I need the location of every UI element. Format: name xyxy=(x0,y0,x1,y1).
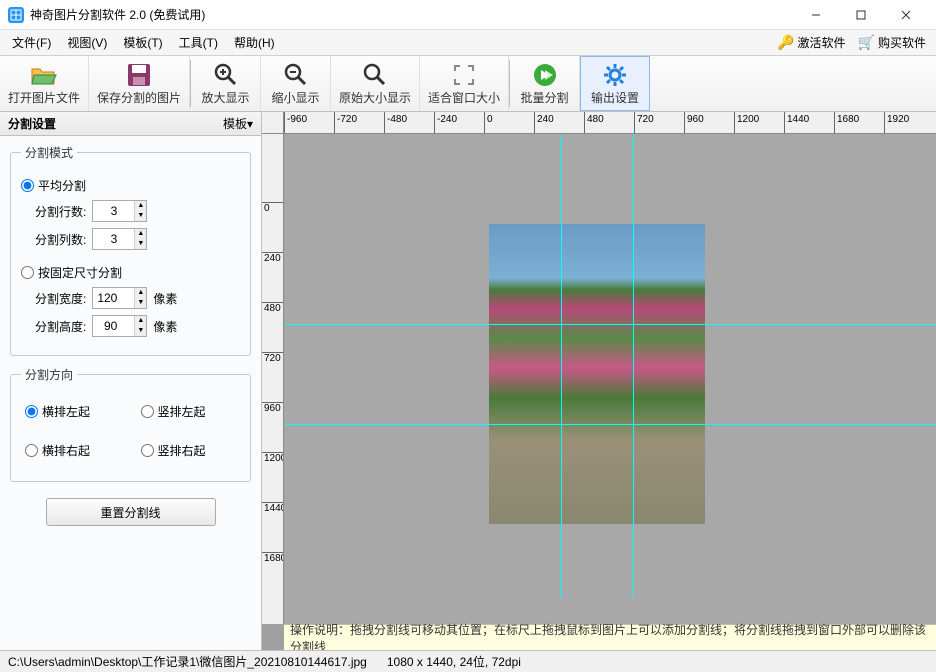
dir-hleft-label: 横排左起 xyxy=(42,403,90,420)
menu-help[interactable]: 帮助(H) xyxy=(226,31,283,54)
ruler-vertical[interactable]: 0240480720960120014401680 xyxy=(262,134,284,624)
dir-hright-radio[interactable] xyxy=(25,444,38,457)
image-preview[interactable] xyxy=(489,224,705,524)
mode-average-label: 平均分割 xyxy=(38,177,86,194)
canvas-area: -960-720-480-240024048072096012001440168… xyxy=(262,112,936,650)
original-size-button[interactable]: 原始大小显示 xyxy=(331,56,420,111)
window-title: 神奇图片分割软件 2.0 (免费试用) xyxy=(30,6,793,23)
cart-icon: 🛒 xyxy=(858,34,875,51)
viewport[interactable] xyxy=(284,134,936,624)
split-line-h[interactable] xyxy=(284,424,936,425)
cols-down[interactable]: ▼ xyxy=(134,239,146,249)
zoom-out-label: 缩小显示 xyxy=(272,89,320,106)
split-line-v[interactable] xyxy=(633,134,634,598)
save-button[interactable]: 保存分割的图片 xyxy=(89,56,190,111)
menu-tools[interactable]: 工具(T) xyxy=(171,31,226,54)
cols-up[interactable]: ▲ xyxy=(134,229,146,239)
save-label: 保存分割的图片 xyxy=(97,89,181,106)
hint-text: 操作说明：拖拽分割线可移动其位置；在标尺上拖拽鼠标到图片上可以添加分割线；将分割… xyxy=(290,621,930,651)
minimize-button[interactable] xyxy=(793,0,838,30)
batch-button[interactable]: 批量分割 xyxy=(510,56,580,111)
buy-label: 购买软件 xyxy=(878,34,926,51)
menu-bar: 文件(F) 视图(V) 模板(T) 工具(T) 帮助(H) 🔑激活软件 🛒购买软… xyxy=(0,30,936,56)
dir-vright-label: 竖排右起 xyxy=(158,442,206,459)
app-icon xyxy=(8,7,24,23)
height-unit: 像素 xyxy=(153,318,177,335)
mode-average-radio[interactable] xyxy=(21,179,34,192)
height-up[interactable]: ▲ xyxy=(134,316,146,326)
ruler-corner xyxy=(262,112,284,134)
batch-label: 批量分割 xyxy=(521,89,569,106)
status-info: 1080 x 1440, 24位, 72dpi xyxy=(387,653,521,670)
zoom-out-button[interactable]: 缩小显示 xyxy=(261,56,331,111)
sidebar-title: 分割设置 xyxy=(8,115,56,132)
fit-window-button[interactable]: 适合窗口大小 xyxy=(420,56,509,111)
rows-label: 分割行数: xyxy=(35,203,86,220)
ruler-horizontal[interactable]: -960-720-480-240024048072096012001440168… xyxy=(284,112,936,134)
status-path: C:\Users\admin\Desktop\工作记录1\微信图片_202108… xyxy=(8,653,367,670)
close-button[interactable] xyxy=(883,0,928,30)
gear-icon xyxy=(602,61,628,89)
height-down[interactable]: ▼ xyxy=(134,326,146,336)
mode-fixed-radio[interactable] xyxy=(21,266,34,279)
split-mode-group: 分割模式 平均分割 分割行数:▲▼ 分割列数:▲▼ 按固定尺寸分割 分割宽度:▲… xyxy=(10,144,251,356)
key-icon: 🔑 xyxy=(777,34,794,51)
zoom-in-icon xyxy=(213,61,239,89)
fit-label: 适合窗口大小 xyxy=(428,89,500,106)
dir-hright-label: 横排右起 xyxy=(42,442,90,459)
toolbar: 打开图片文件 保存分割的图片 放大显示 缩小显示 原始大小显示 适合窗口大小 批… xyxy=(0,56,936,112)
folder-open-icon xyxy=(30,61,58,89)
mode-fixed-label: 按固定尺寸分割 xyxy=(38,264,122,281)
rows-up[interactable]: ▲ xyxy=(134,201,146,211)
rows-down[interactable]: ▼ xyxy=(134,211,146,221)
open-button[interactable]: 打开图片文件 xyxy=(0,56,89,111)
menu-view[interactable]: 视图(V) xyxy=(59,31,115,54)
width-label: 分割宽度: xyxy=(35,290,86,307)
maximize-button[interactable] xyxy=(838,0,883,30)
batch-icon xyxy=(532,61,558,89)
dir-vleft-radio[interactable] xyxy=(141,405,154,418)
template-dropdown[interactable]: 模板 ▾ xyxy=(223,115,253,132)
save-icon xyxy=(126,61,152,89)
chevron-down-icon: ▾ xyxy=(247,117,253,131)
menu-file[interactable]: 文件(F) xyxy=(4,31,59,54)
hint-bar: 操作说明：拖拽分割线可移动其位置；在标尺上拖拽鼠标到图片上可以添加分割线；将分割… xyxy=(284,624,936,650)
dir-hleft-radio[interactable] xyxy=(25,405,38,418)
split-line-v[interactable] xyxy=(561,134,562,598)
split-direction-group: 分割方向 横排左起 竖排左起 横排右起 竖排右起 xyxy=(10,366,251,482)
cols-label: 分割列数: xyxy=(35,231,86,248)
dir-vleft-label: 竖排左起 xyxy=(158,403,206,420)
buy-link[interactable]: 🛒购买软件 xyxy=(852,34,932,51)
zoom-in-label: 放大显示 xyxy=(202,89,250,106)
zoom-actual-icon xyxy=(362,61,388,89)
output-label: 输出设置 xyxy=(591,89,639,106)
reset-lines-button[interactable]: 重置分割线 xyxy=(46,498,216,526)
width-up[interactable]: ▲ xyxy=(134,288,146,298)
activate-label: 激活软件 xyxy=(798,34,846,51)
sidebar: 分割设置 模板 ▾ 分割模式 平均分割 分割行数:▲▼ 分割列数:▲▼ 按固定尺… xyxy=(0,112,262,650)
dir-legend: 分割方向 xyxy=(21,366,77,383)
mode-legend: 分割模式 xyxy=(21,144,77,161)
orig-label: 原始大小显示 xyxy=(339,89,411,106)
sidebar-header: 分割设置 模板 ▾ xyxy=(0,112,261,136)
width-unit: 像素 xyxy=(153,290,177,307)
zoom-out-icon xyxy=(283,61,309,89)
height-label: 分割高度: xyxy=(35,318,86,335)
split-line-h[interactable] xyxy=(284,324,936,325)
title-bar: 神奇图片分割软件 2.0 (免费试用) xyxy=(0,0,936,30)
width-down[interactable]: ▼ xyxy=(134,298,146,308)
output-settings-button[interactable]: 输出设置 xyxy=(580,56,650,111)
status-bar: C:\Users\admin\Desktop\工作记录1\微信图片_202108… xyxy=(0,650,936,672)
zoom-in-button[interactable]: 放大显示 xyxy=(191,56,261,111)
fit-icon xyxy=(452,61,476,89)
dir-vright-radio[interactable] xyxy=(141,444,154,457)
menu-template[interactable]: 模板(T) xyxy=(115,31,170,54)
activate-link[interactable]: 🔑激活软件 xyxy=(771,34,851,51)
open-label: 打开图片文件 xyxy=(8,89,80,106)
